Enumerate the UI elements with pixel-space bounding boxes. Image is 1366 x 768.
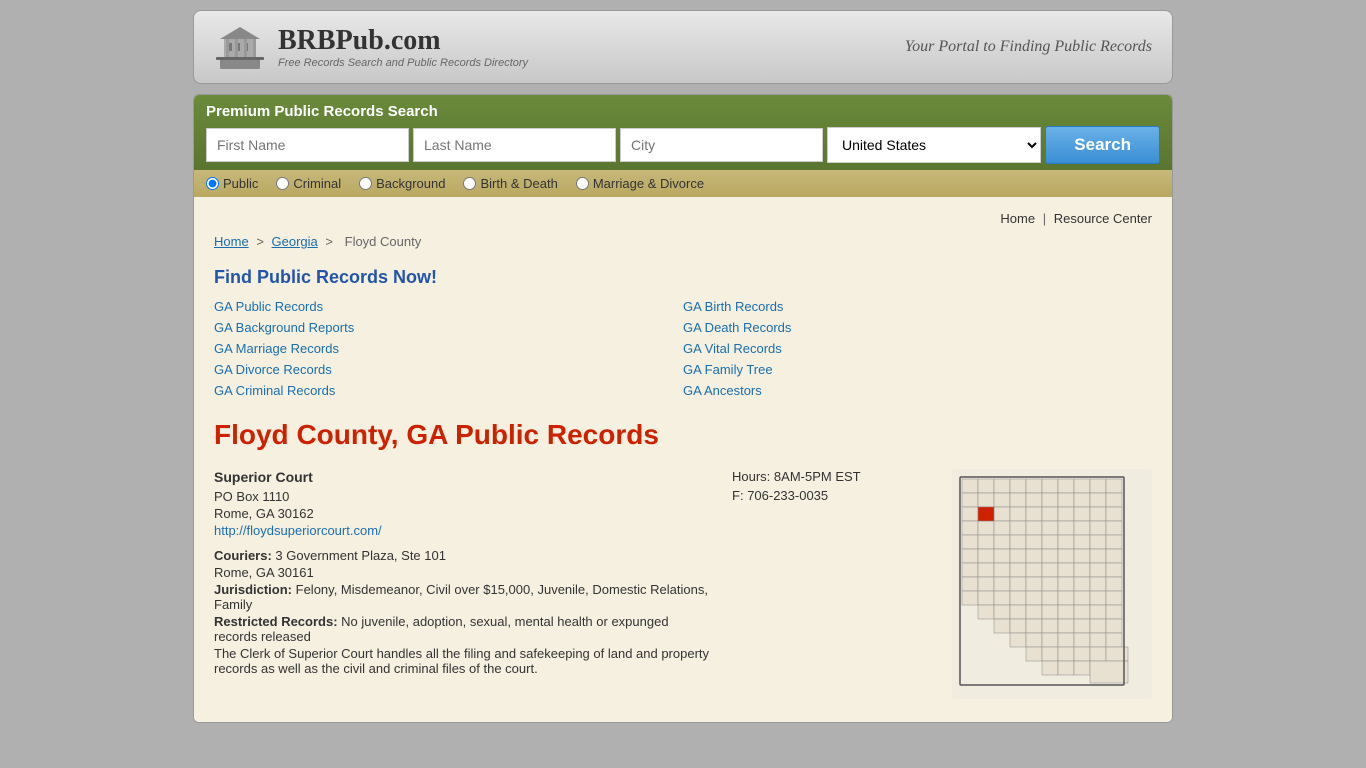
court-address2: Rome, GA 30162	[214, 506, 712, 521]
breadcrumb-state[interactable]: Georgia	[272, 234, 318, 249]
restricted-label: Restricted Records:	[214, 614, 338, 629]
couriers-label: Couriers:	[214, 548, 272, 563]
hours-label: Hours:	[732, 469, 770, 484]
link-ga-public-records[interactable]: GA Public Records	[214, 298, 683, 315]
nav-separator: |	[1043, 211, 1046, 226]
link-ga-death-records[interactable]: GA Death Records	[683, 319, 1152, 336]
court-description: The Clerk of Superior Court handles all …	[214, 646, 712, 676]
header-tagline: Your Portal to Finding Public Records	[905, 38, 1152, 56]
link-ga-ancestors[interactable]: GA Ancestors	[683, 382, 1152, 399]
hours-col: Hours: 8AM-5PM EST F: 706-233-0035	[732, 469, 932, 702]
fax-value: 706-233-0035	[747, 488, 828, 503]
first-name-input[interactable]	[206, 128, 409, 162]
country-select[interactable]: United States	[827, 127, 1041, 163]
couriers-city: Rome, GA 30161	[214, 565, 712, 580]
link-ga-divorce-records[interactable]: GA Divorce Records	[214, 361, 683, 378]
map-container	[952, 469, 1152, 702]
georgia-map	[952, 469, 1152, 699]
court-name: Superior Court	[214, 469, 712, 485]
site-header: BRBPub.com Free Records Search and Publi…	[193, 10, 1173, 84]
page-main-title: Floyd County, GA Public Records	[214, 419, 1152, 451]
breadcrumb: Home > Georgia > Floyd County	[214, 234, 1152, 249]
floyd-county-highlight	[978, 507, 994, 521]
link-ga-background-reports[interactable]: GA Background Reports	[214, 319, 683, 336]
radio-marriage-divorce[interactable]: Marriage & Divorce	[576, 176, 704, 191]
jurisdiction-label: Jurisdiction:	[214, 582, 292, 597]
breadcrumb-county: Floyd County	[345, 234, 422, 249]
site-subtitle: Free Records Search and Public Records D…	[278, 57, 528, 69]
link-ga-family-tree[interactable]: GA Family Tree	[683, 361, 1152, 378]
last-name-input[interactable]	[413, 128, 616, 162]
court-website-link[interactable]: http://floydsuperiorcourt.com/	[214, 523, 382, 538]
main-container: Premium Public Records Search United Sta…	[193, 94, 1173, 723]
hours-value: 8AM-5PM EST	[774, 469, 861, 484]
hours-line: Hours: 8AM-5PM EST	[732, 469, 932, 484]
court-info: Superior Court PO Box 1110 Rome, GA 3016…	[214, 469, 712, 702]
breadcrumb-home[interactable]: Home	[214, 234, 249, 249]
city-input[interactable]	[620, 128, 823, 162]
court-website: http://floydsuperiorcourt.com/	[214, 523, 712, 538]
breadcrumb-sep2: >	[325, 234, 336, 249]
nav-home[interactable]: Home	[1000, 211, 1035, 226]
radio-public[interactable]: Public	[206, 176, 258, 191]
search-radios: Public Criminal Background Birth & Death…	[194, 170, 1172, 197]
radio-birth-death[interactable]: Birth & Death	[463, 176, 557, 191]
search-button[interactable]: Search	[1045, 126, 1160, 164]
top-nav: Home | Resource Center	[214, 207, 1152, 234]
nav-resource-center[interactable]: Resource Center	[1054, 211, 1152, 226]
court-address1: PO Box 1110	[214, 489, 712, 504]
records-col-2: GA Birth Records GA Death Records GA Vit…	[683, 298, 1152, 399]
building-icon	[214, 21, 266, 73]
logo-text: BRBPub.com Free Records Search and Publi…	[278, 25, 528, 69]
radio-background[interactable]: Background	[359, 176, 445, 191]
breadcrumb-sep1: >	[256, 234, 267, 249]
logo-area: BRBPub.com Free Records Search and Publi…	[214, 21, 528, 73]
link-ga-birth-records[interactable]: GA Birth Records	[683, 298, 1152, 315]
content-area: Home | Resource Center Home > Georgia > …	[194, 197, 1172, 722]
jurisdiction-line: Jurisdiction: Felony, Misdemeanor, Civil…	[214, 582, 712, 612]
radio-criminal[interactable]: Criminal	[276, 176, 341, 191]
link-ga-vital-records[interactable]: GA Vital Records	[683, 340, 1152, 357]
couriers-line: Couriers: 3 Government Plaza, Ste 101	[214, 548, 712, 563]
search-bar-title: Premium Public Records Search	[206, 103, 1160, 120]
court-layout: Superior Court PO Box 1110 Rome, GA 3016…	[214, 469, 1152, 702]
link-ga-criminal-records[interactable]: GA Criminal Records	[214, 382, 683, 399]
link-ga-marriage-records[interactable]: GA Marriage Records	[214, 340, 683, 357]
search-inputs: United States Search	[206, 126, 1160, 164]
records-links: GA Public Records GA Background Reports …	[214, 298, 1152, 399]
find-records-title: Find Public Records Now!	[214, 267, 1152, 288]
restricted-line: Restricted Records: No juvenile, adoptio…	[214, 614, 712, 644]
search-bar: Premium Public Records Search United Sta…	[194, 95, 1172, 170]
couriers-value: 3 Government Plaza, Ste 101	[275, 548, 446, 563]
records-col-1: GA Public Records GA Background Reports …	[214, 298, 683, 399]
fax-label: F:	[732, 488, 744, 503]
site-name: BRBPub.com	[278, 25, 528, 57]
fax-line: F: 706-233-0035	[732, 488, 932, 503]
